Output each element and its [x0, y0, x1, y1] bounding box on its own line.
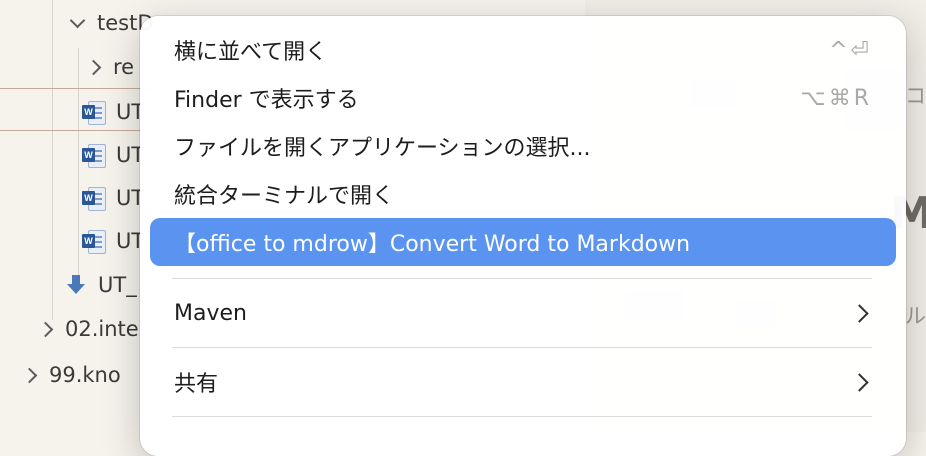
shortcut-hint: ^⏎	[829, 37, 872, 63]
download-arrow-icon	[66, 273, 86, 297]
tree-item-label: re	[113, 55, 135, 79]
chevron-right-icon	[37, 321, 54, 337]
menu-item-label: 【office to mdrow】Convert Word to Markdow…	[174, 232, 691, 257]
tree-item-word-file[interactable]: W UT	[82, 95, 144, 129]
menu-item-open-to-side[interactable]: 横に並べて開く ^⏎	[150, 26, 896, 74]
menu-item-share[interactable]: 共有	[150, 358, 896, 406]
menu-item-open-in-terminal[interactable]: 統合ターミナルで開く	[150, 170, 896, 218]
tree-item-word-file[interactable]: W UT	[82, 181, 144, 215]
tree-guide-line	[52, 0, 53, 320]
menu-item-open-with[interactable]: ファイルを開くアプリケーションの選択...	[150, 122, 896, 170]
submenu-arrow-icon	[850, 303, 869, 323]
tree-item-02-folder[interactable]: 02.inte	[37, 312, 139, 346]
menu-item-label: 共有	[174, 372, 219, 397]
word-doc-icon: W	[82, 229, 106, 254]
tree-guide-line	[78, 48, 79, 290]
divider-line	[0, 88, 150, 89]
tree-item-label: UT_	[98, 273, 137, 297]
tree-item-word-file[interactable]: W UT	[82, 138, 144, 172]
menu-item-label: 統合ターミナルで開く	[174, 184, 395, 209]
menu-item-label: Maven	[174, 300, 247, 326]
menu-item-label: ファイルを開くアプリケーションの選択...	[174, 136, 591, 161]
menu-item-label: 横に並べて開く	[174, 40, 328, 65]
tree-item-99-folder[interactable]: 99.kno	[21, 358, 121, 392]
menu-item-convert-word-to-markdown[interactable]: 【office to mdrow】Convert Word to Markdow…	[150, 218, 896, 266]
menu-item-maven[interactable]: Maven	[150, 289, 896, 337]
submenu-arrow-icon	[850, 372, 869, 392]
tree-item-label: 02.inte	[65, 317, 139, 341]
tree-item-word-file[interactable]: W UT	[82, 224, 144, 258]
menu-item-reveal-in-finder[interactable]: Finder で表示する ⌥⌘R	[150, 74, 896, 122]
chevron-right-icon	[85, 59, 102, 75]
word-doc-icon: W	[82, 143, 106, 168]
tree-item-download-file[interactable]: UT_	[66, 268, 137, 302]
menu-separator	[172, 347, 872, 348]
context-menu: 横に並べて開く ^⏎ Finder で表示する ⌥⌘R ファイルを開くアプリケー…	[140, 16, 906, 456]
word-doc-icon: W	[82, 100, 106, 125]
menu-separator	[172, 416, 872, 417]
chevron-down-icon	[69, 12, 86, 28]
chevron-right-icon	[21, 367, 38, 383]
word-doc-icon: W	[82, 186, 106, 211]
blurred-text: コ	[905, 84, 926, 108]
menu-item-label: Finder で表示する	[174, 88, 359, 113]
tree-item-re[interactable]: re	[85, 50, 135, 84]
divider-line	[0, 130, 150, 131]
blurred-text: ル	[905, 304, 926, 328]
tree-item-label: 99.kno	[49, 363, 121, 387]
shortcut-hint: ⌥⌘R	[800, 85, 872, 111]
menu-separator	[172, 278, 872, 279]
